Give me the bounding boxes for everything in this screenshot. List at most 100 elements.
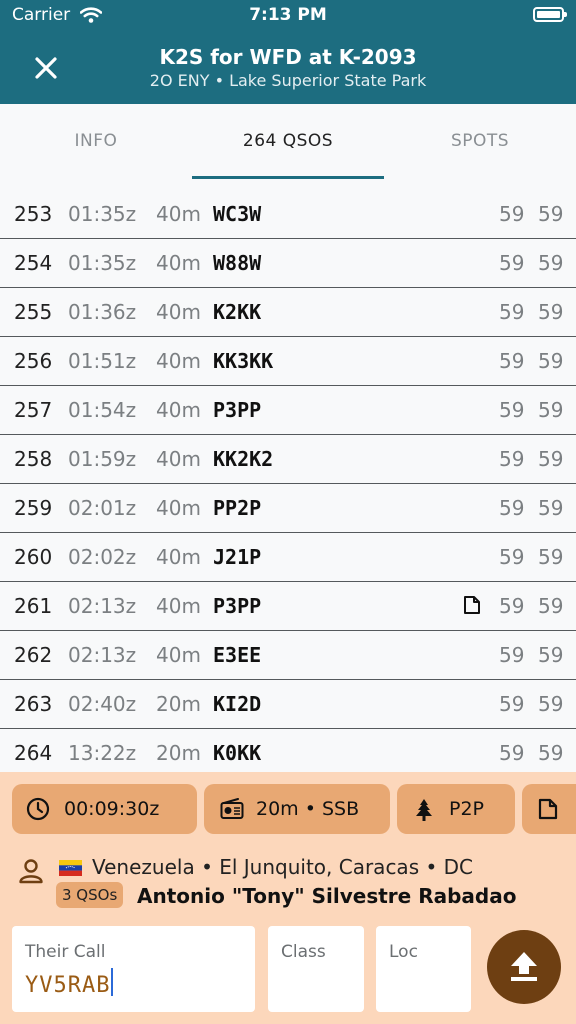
qso-time: 01:59z bbox=[68, 447, 137, 471]
clock: 7:13 PM bbox=[249, 5, 327, 25]
qso-time: 02:40z bbox=[68, 692, 137, 716]
qso-band: 40m bbox=[156, 251, 201, 275]
qso-time: 02:02z bbox=[68, 545, 137, 569]
qso-callsign: KK2K2 bbox=[213, 447, 274, 471]
qso-rst-sent: 59 bbox=[499, 496, 525, 520]
class-label: Class bbox=[281, 942, 326, 962]
qso-time: 01:35z bbox=[68, 202, 137, 226]
qso-number: 261 bbox=[14, 594, 53, 618]
qso-callsign: PP2P bbox=[213, 496, 262, 520]
notes-chip[interactable] bbox=[522, 784, 576, 834]
qso-number: 260 bbox=[14, 545, 53, 569]
qso-number: 254 bbox=[14, 251, 53, 275]
qso-list[interactable]: 253 01:35z 40m WC3W 59 59 254 01:35z 40m W88W 59 59… bbox=[0, 190, 576, 772]
p2p-chip[interactable]: P2P bbox=[397, 784, 515, 834]
qso-rst-sent: 59 bbox=[499, 398, 525, 422]
person-icon bbox=[19, 859, 43, 884]
qso-rst-received: 59 bbox=[538, 300, 564, 324]
qso-rst-sent: 59 bbox=[499, 545, 525, 569]
qso-callsign: K2KK bbox=[213, 300, 262, 324]
qso-row[interactable]: 263 02:40z 20m KI2D 59 59 bbox=[0, 680, 576, 729]
qso-rst-sent: 59 bbox=[499, 447, 525, 471]
qso-band: 40m bbox=[156, 447, 201, 471]
radio-icon bbox=[220, 798, 244, 819]
tab-spots[interactable]: SPOTS bbox=[384, 104, 576, 190]
qso-time: 01:51z bbox=[68, 349, 137, 373]
radio-chip[interactable]: 20m • SSB bbox=[204, 784, 390, 834]
qso-band: 40m bbox=[156, 496, 201, 520]
qso-callsign: P3PP bbox=[213, 398, 262, 422]
log-qso-button[interactable] bbox=[487, 930, 561, 1004]
their-call-label: Their Call bbox=[25, 942, 106, 962]
qso-band: 40m bbox=[156, 349, 201, 373]
qso-row[interactable]: 255 01:36z 40m K2KK 59 59 bbox=[0, 288, 576, 337]
qso-rst-sent: 59 bbox=[499, 202, 525, 226]
qso-row[interactable]: 253 01:35z 40m WC3W 59 59 bbox=[0, 190, 576, 239]
qso-row[interactable]: 257 01:54z 40m P3PP 59 59 bbox=[0, 386, 576, 435]
qso-row[interactable]: 258 01:59z 40m KK2K2 59 59 bbox=[0, 435, 576, 484]
qso-row[interactable]: 264 13:22z 20m K0KK 59 59 bbox=[0, 729, 576, 772]
qso-time: 02:01z bbox=[68, 496, 137, 520]
their-call-field[interactable]: Their Call YV5RAB bbox=[12, 926, 255, 1012]
qso-rst-sent: 59 bbox=[499, 300, 525, 324]
qso-row[interactable]: 256 01:51z 40m KK3KK 59 59 bbox=[0, 337, 576, 386]
tree-icon bbox=[416, 799, 432, 821]
their-call-input[interactable]: YV5RAB bbox=[25, 968, 114, 998]
qso-rst-sent: 59 bbox=[499, 643, 525, 667]
qso-rst-received: 59 bbox=[538, 594, 564, 618]
qso-callsign: E3EE bbox=[213, 643, 262, 667]
loc-label: Loc bbox=[389, 942, 418, 962]
qso-number: 262 bbox=[14, 643, 53, 667]
qso-rst-sent: 59 bbox=[499, 741, 525, 765]
qso-count-badge: 3 QSOs bbox=[56, 882, 124, 908]
qso-rst-sent: 59 bbox=[499, 594, 525, 618]
clock-icon bbox=[26, 797, 50, 821]
qso-band: 40m bbox=[156, 300, 201, 324]
qso-callsign: W88W bbox=[213, 251, 262, 275]
app-header: Carrier 7:13 PM K2S for WFD at K-2093 2O… bbox=[0, 0, 576, 104]
qso-callsign: P3PP bbox=[213, 594, 262, 618]
qso-rst-sent: 59 bbox=[499, 251, 525, 275]
class-field[interactable]: Class bbox=[268, 926, 364, 1012]
qso-band: 40m bbox=[156, 594, 201, 618]
qso-row[interactable]: 259 02:01z 40m PP2P 59 59 bbox=[0, 484, 576, 533]
qso-number: 257 bbox=[14, 398, 53, 422]
qso-band: 40m bbox=[156, 398, 201, 422]
loc-field[interactable]: Loc bbox=[376, 926, 471, 1012]
qso-time: 01:36z bbox=[68, 300, 137, 324]
qso-row[interactable]: 254 01:35z 40m W88W 59 59 bbox=[0, 239, 576, 288]
active-tab-indicator bbox=[192, 176, 384, 179]
qso-rst-received: 59 bbox=[538, 398, 564, 422]
qso-row[interactable]: 261 02:13z 40m P3PP 59 59 bbox=[0, 582, 576, 631]
timer-chip[interactable]: 00:09:30z bbox=[12, 784, 197, 834]
qso-number: 253 bbox=[14, 202, 53, 226]
qso-number: 259 bbox=[14, 496, 53, 520]
qso-callsign: J21P bbox=[213, 545, 262, 569]
battery-icon bbox=[533, 7, 567, 22]
qso-number: 256 bbox=[14, 349, 53, 373]
qso-rst-received: 59 bbox=[538, 741, 564, 765]
qso-time: 02:13z bbox=[68, 643, 137, 667]
qso-time: 01:54z bbox=[68, 398, 137, 422]
qso-number: 258 bbox=[14, 447, 53, 471]
text-caret bbox=[111, 968, 114, 996]
tab-info[interactable]: INFO bbox=[0, 104, 192, 190]
qso-band: 20m bbox=[156, 692, 201, 716]
upload-arrow-icon bbox=[511, 952, 537, 981]
qso-callsign: KI2D bbox=[213, 692, 262, 716]
radio-label: 20m • SSB bbox=[256, 798, 360, 820]
qso-time: 02:13z bbox=[68, 594, 137, 618]
tab-bar: INFO 264 QSOS SPOTS bbox=[0, 104, 576, 191]
page-title: K2S for WFD at K-2093 bbox=[159, 45, 417, 69]
qso-number: 264 bbox=[14, 741, 53, 765]
qso-rst-received: 59 bbox=[538, 545, 564, 569]
qso-callsign: WC3W bbox=[213, 202, 262, 226]
qso-time: 01:35z bbox=[68, 251, 137, 275]
qso-row[interactable]: 262 02:13z 40m E3EE 59 59 bbox=[0, 631, 576, 680]
qso-band: 40m bbox=[156, 202, 201, 226]
timer-label: 00:09:30z bbox=[64, 798, 160, 820]
page-subtitle: 2O ENY • Lake Superior State Park bbox=[149, 71, 427, 90]
qso-row[interactable]: 260 02:02z 40m J21P 59 59 bbox=[0, 533, 576, 582]
p2p-label: P2P bbox=[449, 798, 485, 820]
venezuela-flag-icon bbox=[59, 860, 82, 876]
